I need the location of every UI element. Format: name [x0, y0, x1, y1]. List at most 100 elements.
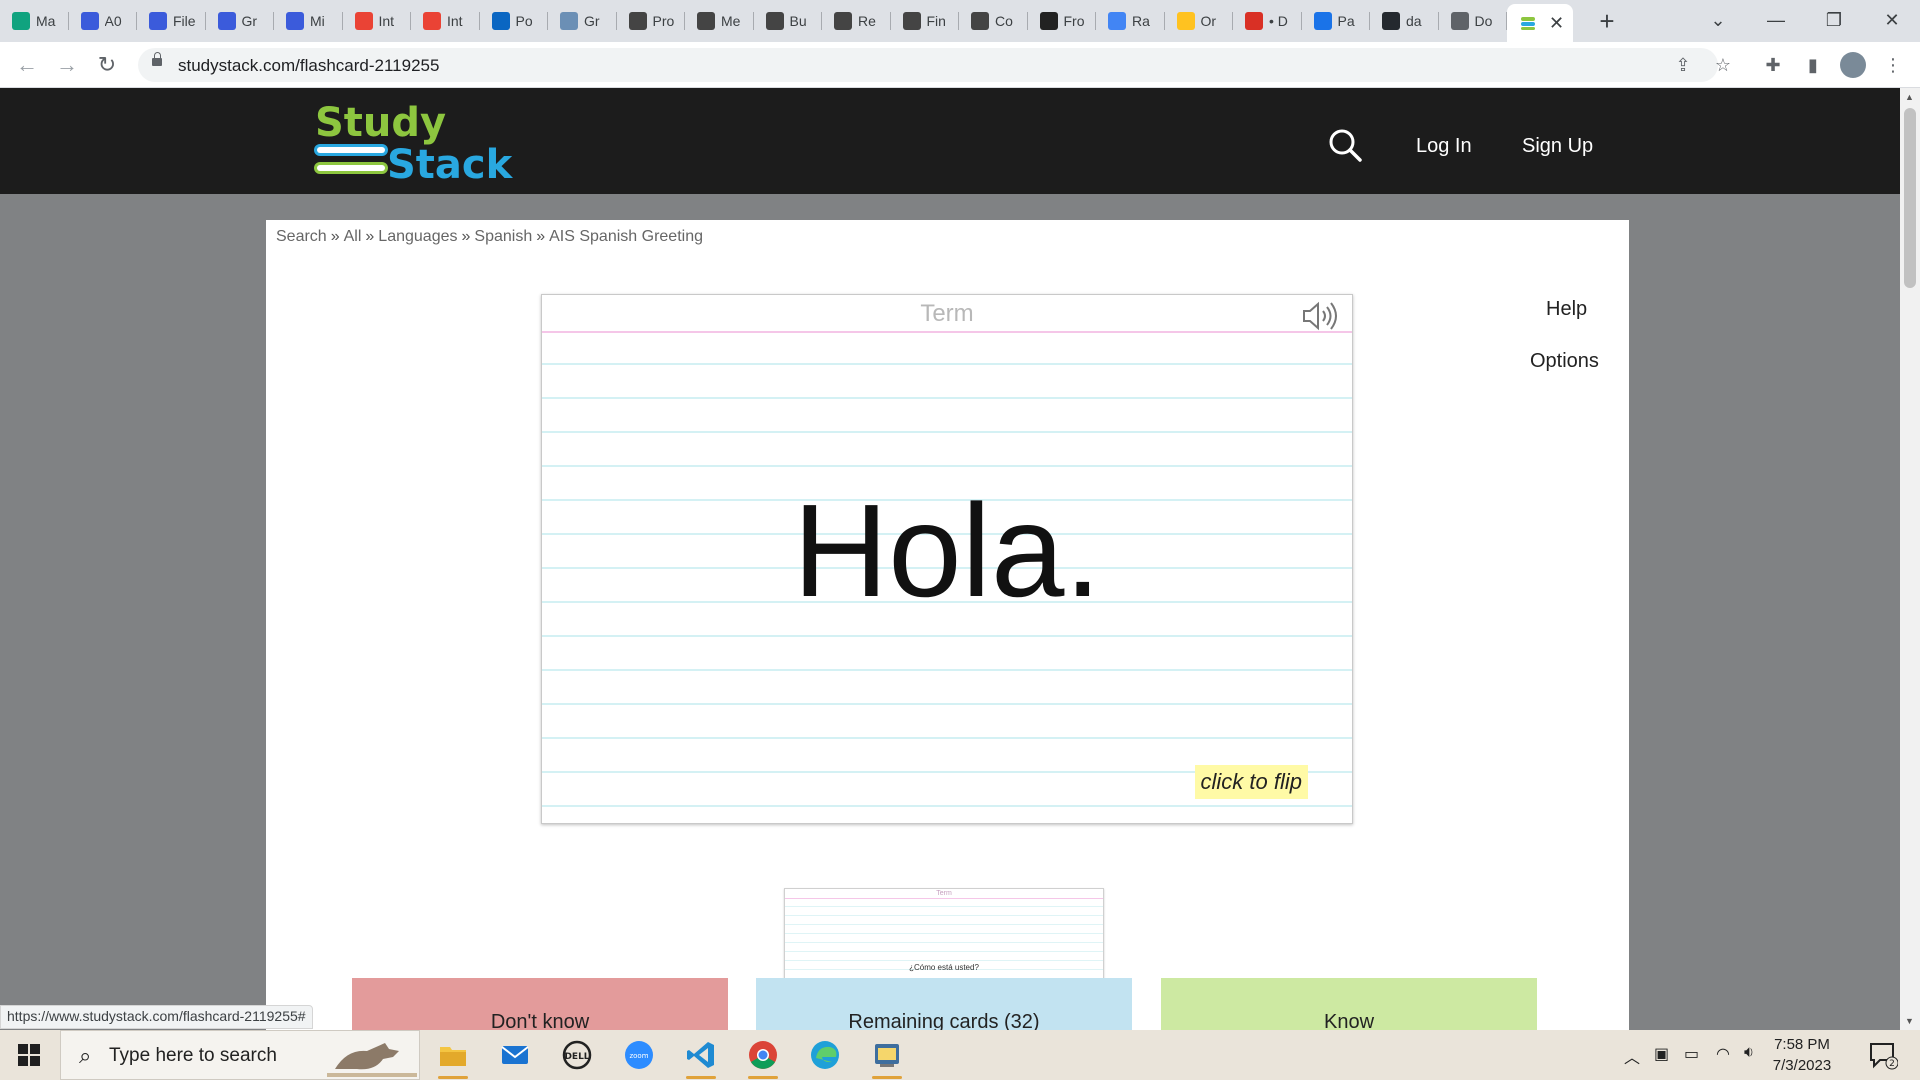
tab[interactable]: Do — [1439, 0, 1508, 42]
reload-icon[interactable]: ↻ — [92, 50, 122, 80]
clock-date: 7/3/2023 — [1772, 1057, 1832, 1074]
volume-icon[interactable]: 🔉︎ — [1744, 1044, 1754, 1062]
breadcrumb-link[interactable]: All — [344, 228, 362, 245]
dell-icon[interactable]: DELL — [558, 1036, 596, 1074]
help-link[interactable]: Help — [1546, 298, 1587, 321]
tab[interactable]: A0 — [69, 0, 138, 42]
link-status-bar: https://www.studystack.com/flashcard-211… — [0, 1005, 313, 1029]
side-panel-icon[interactable]: ▮ — [1802, 54, 1824, 76]
tab[interactable]: Mi — [274, 0, 343, 42]
new-tab-button[interactable]: + — [1587, 6, 1627, 37]
dont-know-button[interactable]: Don't know — [352, 978, 728, 1030]
tab[interactable]: Int — [411, 0, 480, 42]
logo-text-study: Study — [315, 100, 446, 146]
clock[interactable]: 7:58 PM 7/3/2023 — [1760, 1034, 1844, 1076]
know-button[interactable]: Know — [1161, 978, 1537, 1030]
breadcrumb-link[interactable]: Languages — [378, 228, 457, 245]
remaining-cards-button[interactable]: Remaining cards (32) — [756, 978, 1132, 1030]
meet-now-icon[interactable]: ▣ — [1654, 1044, 1669, 1064]
mail-icon[interactable] — [496, 1036, 534, 1074]
restore-button[interactable]: ❐ — [1806, 0, 1862, 40]
profile-avatar[interactable] — [1840, 52, 1866, 78]
back-arrow-icon[interactable]: ← — [12, 50, 42, 80]
extensions-puzzle-icon[interactable]: ✚ — [1762, 54, 1784, 76]
tab[interactable]: Ma — [0, 0, 69, 42]
tab[interactable]: File — [137, 0, 206, 42]
tab-label: Gr — [584, 13, 600, 29]
tab[interactable]: Bu — [754, 0, 823, 42]
show-hidden-icons[interactable]: ︿ — [1624, 1044, 1640, 1068]
tab[interactable]: Int — [343, 0, 412, 42]
page-scrollbar[interactable]: ▲ ▼ — [1900, 88, 1920, 1030]
tab-label: Or — [1200, 13, 1217, 29]
battery-icon[interactable]: ▭ — [1684, 1044, 1699, 1064]
tab[interactable]: Pa — [1302, 0, 1371, 42]
python-app-icon[interactable] — [868, 1036, 906, 1079]
zoom-icon[interactable]: zoom — [620, 1036, 658, 1074]
tab[interactable]: Or — [1165, 0, 1234, 42]
tab[interactable]: Co — [959, 0, 1028, 42]
tab[interactable]: Fro — [1028, 0, 1097, 42]
breadcrumb-link[interactable]: Search — [276, 228, 327, 245]
click-to-flip-hint[interactable]: click to flip — [1194, 765, 1308, 799]
tab-studystack[interactable]: ✕ — [1507, 4, 1573, 42]
breadcrumb-link[interactable]: AIS Spanish Greeting — [549, 228, 703, 245]
vscode-icon[interactable] — [682, 1036, 720, 1079]
tab[interactable]: Po — [480, 0, 549, 42]
tab-search-icon[interactable]: ⌄ — [1690, 0, 1746, 40]
tab-label: Co — [995, 13, 1013, 29]
taskbar-search[interactable]: ⌕ Type here to search — [60, 1030, 420, 1080]
studystack-logo[interactable]: Study Stack — [313, 100, 515, 188]
share-icon[interactable]: ⇪ — [1672, 54, 1694, 76]
url-text[interactable]: studystack.com/flashcard-2119255 — [178, 56, 439, 76]
tab-label: Pro — [652, 13, 675, 29]
tab[interactable]: Me — [685, 0, 754, 42]
clock-time: 7:58 PM — [1774, 1036, 1830, 1053]
forward-arrow-icon[interactable]: → — [52, 50, 82, 80]
code-icon — [1039, 12, 1058, 30]
lock-icon — [152, 52, 162, 66]
github-icon — [1382, 12, 1400, 30]
options-link[interactable]: Options — [1530, 350, 1599, 373]
tab-label: Pa — [1337, 13, 1355, 29]
signup-link[interactable]: Sign Up — [1522, 135, 1593, 158]
tab[interactable]: Re — [822, 0, 891, 42]
close-tab-icon[interactable]: ✕ — [1549, 13, 1564, 34]
tab-label: Mi — [310, 13, 325, 29]
tab-label: Ra — [1132, 13, 1150, 29]
minimize-button[interactable]: — — [1748, 0, 1804, 40]
flashcard[interactable]: Term Hola. click to flip — [541, 294, 1353, 824]
menu-kebab-icon[interactable]: ⋮ — [1882, 54, 1904, 76]
address-bar[interactable]: studystack.com/flashcard-2119255 — [138, 48, 1718, 82]
search-icon: ⌕ — [79, 1043, 92, 1068]
scroll-down-icon[interactable]: ▼ — [1905, 1016, 1914, 1026]
tab[interactable]: da — [1370, 0, 1439, 42]
toolbar: ← → ↻ studystack.com/flashcard-2119255 ⇪… — [0, 42, 1920, 88]
login-link[interactable]: Log In — [1416, 135, 1472, 158]
svg-text:DELL: DELL — [564, 1052, 589, 1062]
bookmark-star-icon[interactable]: ☆ — [1712, 54, 1734, 76]
tab[interactable]: Pro — [617, 0, 686, 42]
close-window-button[interactable]: ✕ — [1864, 0, 1920, 40]
search-icon[interactable] — [1328, 128, 1362, 168]
tab[interactable]: • D — [1233, 0, 1302, 42]
notifications-icon[interactable]: 2 — [1868, 1040, 1899, 1075]
breadcrumb-link[interactable]: Spanish — [474, 228, 532, 245]
windows-start-icon[interactable] — [18, 1044, 40, 1066]
tab[interactable]: Ra — [1096, 0, 1165, 42]
breadcrumb-separator: » — [536, 228, 546, 245]
scrollbar-thumb[interactable] — [1904, 108, 1916, 288]
tab-label: Do — [1474, 13, 1493, 29]
tab[interactable]: Fin — [891, 0, 960, 42]
tab-list: Ma A0 File Gr Mi Int Int Po Gr Pro Me Bu Re Fin Co Fro R… — [0, 0, 1507, 42]
speaker-icon[interactable] — [1300, 301, 1340, 331]
tab[interactable]: Gr — [548, 0, 617, 42]
scroll-up-icon[interactable]: ▲ — [1905, 92, 1914, 102]
tab[interactable]: Gr — [206, 0, 275, 42]
edge-icon[interactable] — [806, 1036, 844, 1074]
file-explorer-icon[interactable] — [434, 1036, 472, 1079]
svg-text:zoom: zoom — [629, 1052, 648, 1060]
wifi-icon[interactable]: ◠ — [1716, 1044, 1730, 1064]
chrome-icon[interactable] — [744, 1036, 782, 1079]
tab-label: Me — [721, 13, 741, 29]
